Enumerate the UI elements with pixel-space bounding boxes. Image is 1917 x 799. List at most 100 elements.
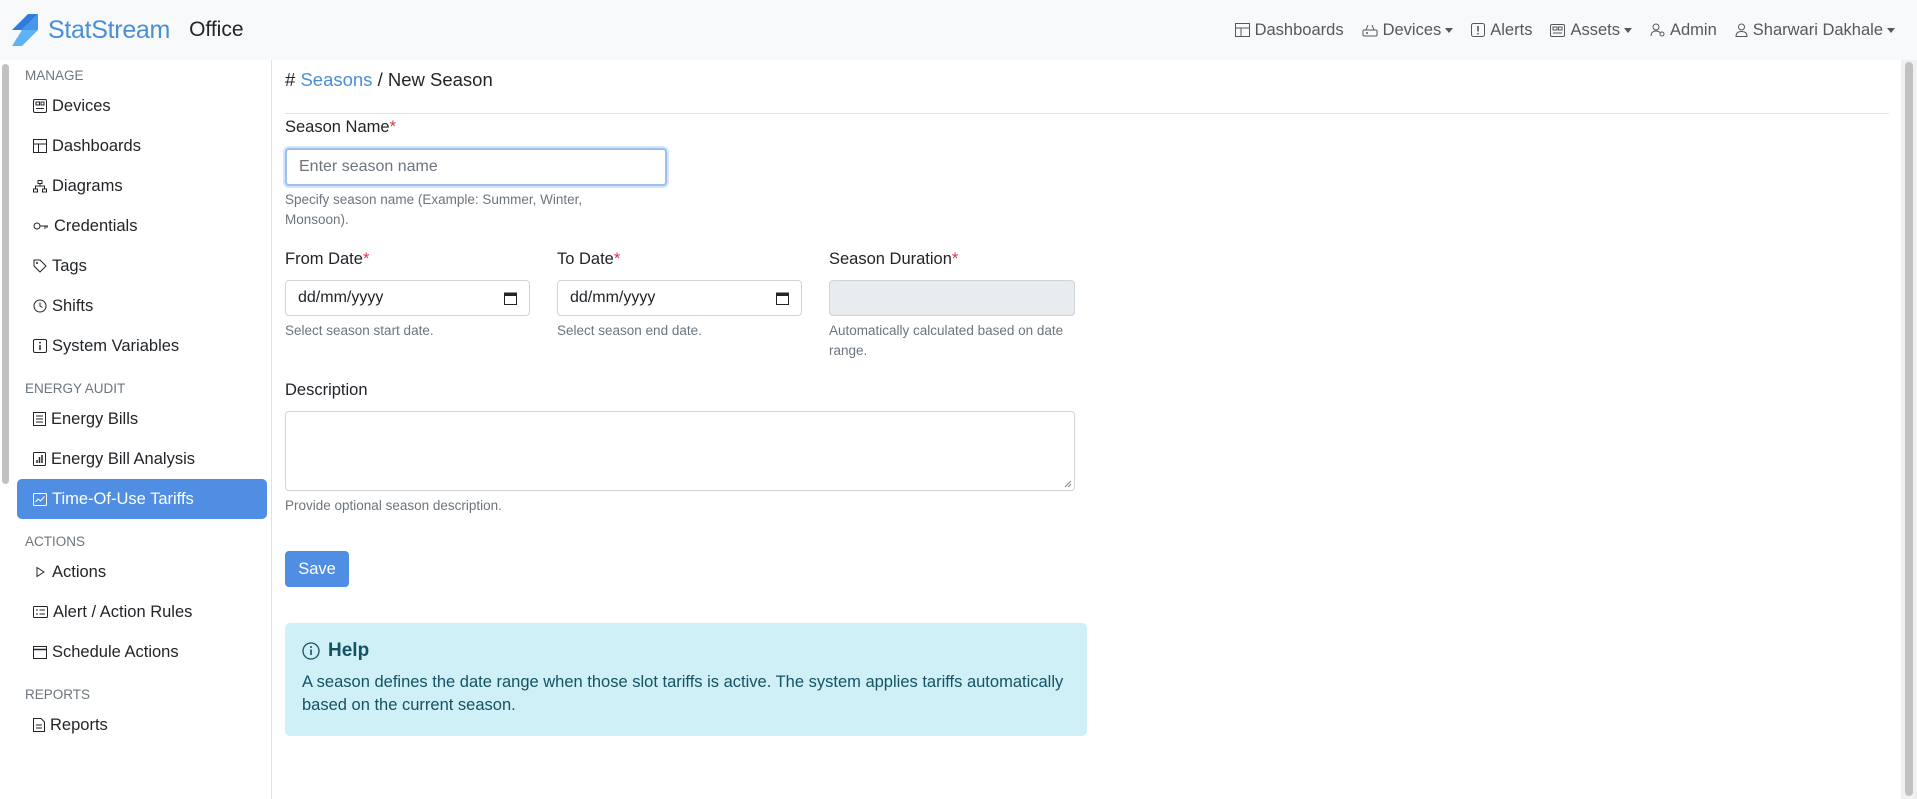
sidebar-scrollbar[interactable] [0, 60, 12, 799]
sidebar-scrollbar-thumb[interactable] [2, 64, 9, 484]
from-date-placeholder: dd/mm/yyyy [298, 289, 384, 306]
statstream-logo-icon [12, 14, 38, 46]
chevron-down-icon [1887, 27, 1895, 33]
sidebar-item-dashboards[interactable]: Dashboards [17, 126, 267, 166]
sidebar-item-label: Diagrams [52, 176, 123, 195]
calendar-icon [33, 646, 47, 659]
breadcrumb-hash: # [285, 69, 296, 90]
report-icon [33, 718, 45, 732]
sidebar-item-label: Tags [52, 256, 87, 275]
topnav-assets[interactable]: Assets [1550, 21, 1632, 40]
sidebar-item-label: Time-Of-Use Tariffs [52, 489, 194, 508]
sidebar-item-label: Actions [52, 562, 107, 581]
main-content: # Seasons / New Season Season Name* Ente… [285, 60, 1889, 736]
topnav-user-label: Sharwari Dakhale [1752, 20, 1883, 39]
sidebar-item-devices[interactable]: Devices [17, 86, 267, 126]
sidebar-item-energy-bills[interactable]: Energy Bills [17, 399, 267, 439]
from-date-label-text: From Date [285, 250, 363, 268]
from-date-help: Select season start date. [285, 323, 434, 338]
sidebar: MANAGE Devices Dashboards Diagrams Crede… [12, 60, 272, 799]
sidebar-section-manage: MANAGE [25, 68, 84, 83]
breadcrumb-seasons-link[interactable]: Seasons [300, 69, 372, 90]
to-date-placeholder: dd/mm/yyyy [570, 289, 656, 306]
chevron-down-icon [1623, 27, 1632, 33]
help-body: A season defines the date range when tho… [302, 673, 1064, 714]
sidebar-section-energy-audit: ENERGY AUDIT [25, 381, 126, 396]
calendar-icon[interactable] [504, 292, 517, 305]
sidebar-item-shifts[interactable]: Shifts [17, 286, 267, 326]
description-help: Provide optional season description. [285, 498, 502, 513]
topnav-admin-label: Admin [1669, 20, 1717, 39]
sidebar-item-credentials[interactable]: Credentials [17, 206, 267, 246]
season-name-label-text: Season Name [285, 118, 390, 136]
page-scrollbar[interactable] [1901, 60, 1917, 799]
brand-app-name: Office [189, 18, 244, 41]
sidebar-item-reports[interactable]: Reports [17, 705, 267, 745]
topnav-devices[interactable]: Devices [1362, 21, 1454, 40]
devices-icon [1362, 24, 1378, 36]
help-panel: Help A season defines the date range whe… [285, 623, 1087, 736]
sidebar-item-label: Reports [50, 715, 108, 734]
assets-icon [1550, 23, 1566, 37]
sidebar-item-tags[interactable]: Tags [17, 246, 267, 286]
sidebar-item-energy-bill-analysis[interactable]: Energy Bill Analysis [17, 439, 267, 479]
key-icon [33, 222, 48, 230]
topnav-dashboards-label: Dashboards [1254, 20, 1344, 39]
resize-handle-icon[interactable] [1064, 480, 1072, 488]
to-date-input[interactable]: dd/mm/yyyy [557, 280, 802, 316]
from-date-label: From Date* [285, 250, 369, 269]
sidebar-item-label: Energy Bill Analysis [51, 449, 195, 468]
topnav-menu: Dashboards Devices Alerts Assets Admin S… [1217, 0, 1895, 60]
page-scrollbar-thumb[interactable] [1905, 62, 1913, 796]
to-date-label: To Date* [557, 250, 620, 269]
sidebar-item-label: Shifts [52, 296, 94, 315]
required-asterisk: * [362, 250, 370, 268]
sidebar-item-schedule-actions[interactable]: Schedule Actions [17, 632, 267, 672]
season-duration-label: Season Duration* [829, 250, 958, 269]
season-name-input[interactable]: Enter season name [285, 148, 667, 186]
sidebar-item-diagrams[interactable]: Diagrams [17, 166, 267, 206]
from-date-input[interactable]: dd/mm/yyyy [285, 280, 530, 316]
diagram-icon [33, 179, 47, 192]
sidebar-item-label: Dashboards [52, 136, 141, 155]
sidebar-item-time-of-use-tariffs[interactable]: Time-Of-Use Tariffs [17, 479, 267, 519]
info-circle-icon [302, 642, 320, 660]
to-date-help: Select season end date. [557, 323, 702, 338]
page-title: New Season [387, 69, 493, 90]
required-asterisk: * [951, 250, 959, 268]
sidebar-section-reports: REPORTS [25, 687, 91, 702]
topnav-dashboards[interactable]: Dashboards [1234, 20, 1344, 40]
divider [285, 113, 1889, 114]
required-asterisk: * [389, 118, 396, 136]
season-duration-field [829, 280, 1075, 316]
brand[interactable]: StatStream Office [10, 12, 244, 48]
season-duration-help: Automatically calculated based on date r… [829, 323, 1064, 358]
tag-icon [33, 259, 47, 273]
tariff-icon [33, 492, 47, 506]
play-icon [36, 566, 45, 578]
topnav-user-menu[interactable]: Sharwari Dakhale [1735, 21, 1895, 40]
save-button[interactable]: Save [285, 551, 349, 587]
sidebar-item-actions[interactable]: Actions [17, 552, 267, 592]
sidebar-item-system-variables[interactable]: System Variables [17, 326, 267, 366]
user-icon [1735, 23, 1748, 37]
topnav-admin[interactable]: Admin [1650, 21, 1717, 40]
description-textarea[interactable] [285, 411, 1075, 491]
top-navbar: StatStream Office Dashboards Devices Ale… [0, 0, 1917, 60]
breadcrumb: # Seasons / New Season [285, 69, 1889, 93]
calendar-icon[interactable] [776, 292, 789, 305]
breadcrumb-separator: / [377, 69, 383, 90]
description-label: Description [285, 381, 368, 399]
sidebar-item-label: Credentials [54, 216, 138, 235]
clock-icon [33, 299, 47, 313]
sidebar-item-label: Alert / Action Rules [53, 602, 193, 621]
bill-icon [33, 412, 46, 426]
devices-icon [33, 99, 47, 113]
info-icon [33, 339, 47, 353]
sidebar-item-alert-action-rules[interactable]: Alert / Action Rules [17, 592, 267, 632]
sidebar-item-label: System Variables [52, 336, 180, 355]
topnav-devices-label: Devices [1382, 20, 1442, 39]
chevron-down-icon [1445, 27, 1454, 33]
sidebar-item-label: Schedule Actions [52, 642, 179, 661]
topnav-alerts[interactable]: Alerts [1471, 21, 1532, 40]
